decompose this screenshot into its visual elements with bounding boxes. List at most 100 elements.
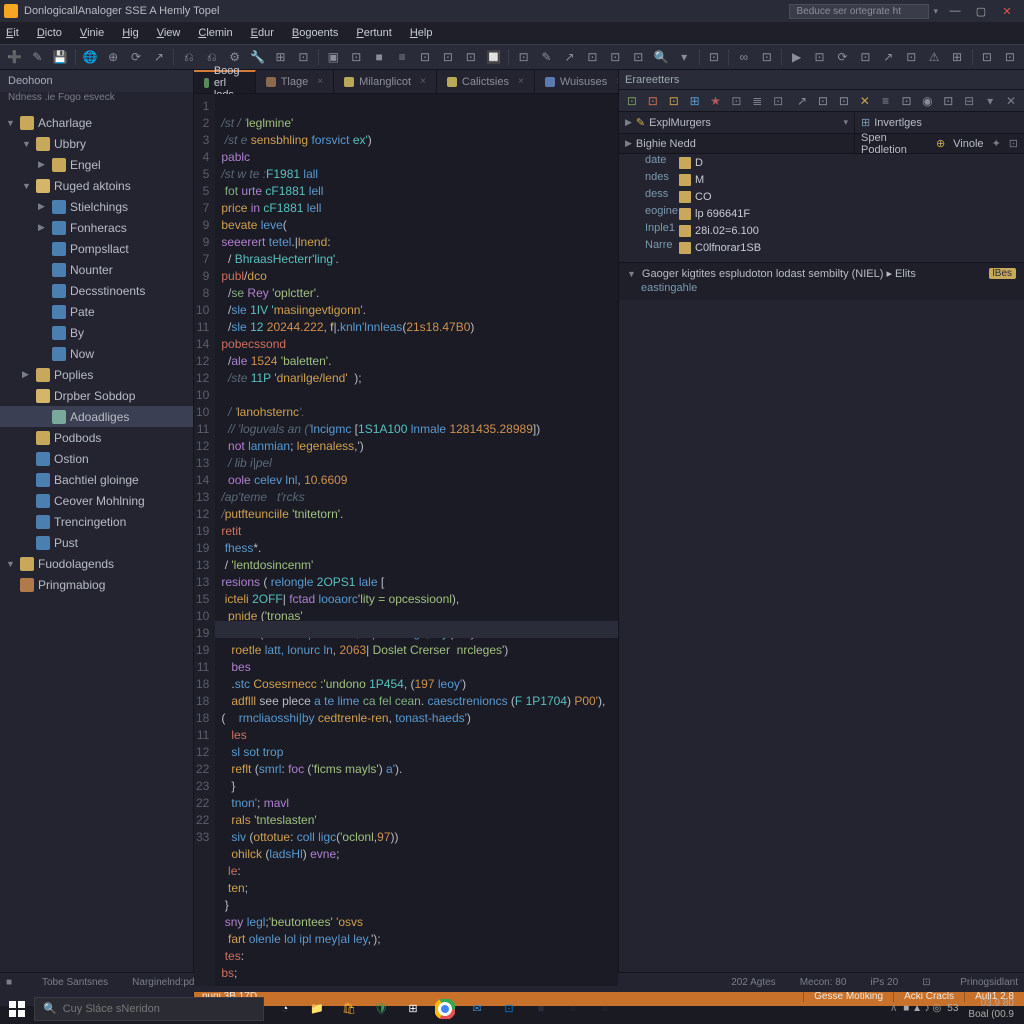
inspector-row[interactable]: dessCO [619, 188, 1024, 205]
menu-dicto[interactable]: Dicto [37, 27, 62, 39]
tree-item[interactable]: Now [0, 343, 193, 364]
menu-hig[interactable]: Hig [122, 27, 139, 39]
inspector-toolbar-icon[interactable]: ⊡ [835, 92, 853, 110]
toolbar-icon[interactable]: ✎ [27, 47, 48, 67]
code-content[interactable]: /st / 'leglmine' /st e sensbhling forsvi… [215, 94, 618, 986]
toolbar-icon[interactable]: ⊡ [756, 47, 777, 67]
tree-item[interactable]: Pompsllact [0, 238, 193, 259]
toolbar-icon[interactable]: ⊡ [582, 47, 603, 67]
toolbar-icon[interactable]: ▶ [786, 47, 807, 67]
toolbar-icon[interactable]: ∞ [733, 47, 754, 67]
menu-clemin[interactable]: Clemin [198, 27, 232, 39]
inspector-row[interactable]: eoginelp 696641F [619, 205, 1024, 222]
inspector-toolbar-icon[interactable]: ✕ [856, 92, 874, 110]
toolbar-icon[interactable]: ⊡ [605, 47, 626, 67]
menu-bogoents[interactable]: Bogoents [292, 27, 339, 39]
editor-tab[interactable]: Boog erl lods [194, 70, 256, 93]
tree-item[interactable]: Pringmabiog [0, 574, 193, 595]
inspector-row[interactable]: Inple128i.02=6.100 [619, 222, 1024, 239]
inspector-toolbar-icon[interactable]: ⊡ [665, 92, 683, 110]
inspector-toolbar-icon[interactable]: ✕ [1002, 92, 1020, 110]
inspector-toolbar-icon[interactable]: ⊡ [939, 92, 957, 110]
tree-item[interactable]: ▼Ruged aktoins [0, 175, 193, 196]
inspector-toolbar-icon[interactable]: ⊡ [623, 92, 641, 110]
taskbar-app-icon[interactable]: ■ [560, 996, 586, 1022]
tree-item[interactable]: ▼Acharlage [0, 112, 193, 133]
taskbar-app-icon[interactable]: 📁 [304, 996, 330, 1022]
toolbar-icon[interactable]: ⊡ [628, 47, 649, 67]
tree-item[interactable]: Trencingetion [0, 511, 193, 532]
inspector-row[interactable]: ndesM [619, 171, 1024, 188]
toolbar-icon[interactable]: ⊡ [999, 47, 1020, 67]
inspector-toolbar-icon[interactable]: ⊡ [814, 92, 832, 110]
toolbar-icon[interactable]: ⊕ [103, 47, 124, 67]
toolbar-icon[interactable]: ⊡ [415, 47, 436, 67]
close-button[interactable]: ✕ [994, 0, 1020, 22]
taskbar-app-icon[interactable]: ⊡ [496, 996, 522, 1022]
menu-view[interactable]: View [157, 27, 181, 39]
tree-item[interactable]: Pate [0, 301, 193, 322]
menu-pertunt[interactable]: Pertunt [356, 27, 391, 39]
editor-tab[interactable]: Milanglicot× [334, 70, 437, 93]
editor-tab[interactable]: Calictsies× [437, 70, 535, 93]
toolbar-icon[interactable]: ⊡ [809, 47, 830, 67]
toolbar-icon[interactable]: ⊡ [513, 47, 534, 67]
tree-item[interactable]: Adoadliges [0, 406, 193, 427]
tree-item[interactable]: Ceover Mohlning [0, 490, 193, 511]
inspector-toolbar-icon[interactable]: ⊡ [644, 92, 662, 110]
inspector-col2-head[interactable]: ⊞ Invertlges [855, 112, 1024, 133]
inspector-row[interactable]: NarreC0lfnorar1SB [619, 239, 1024, 256]
tree-item[interactable]: ▶Engel [0, 154, 193, 175]
menu-vinie[interactable]: Vinie [80, 27, 104, 39]
toolbar-icon[interactable]: ↗ [878, 47, 899, 67]
maximize-button[interactable]: ▢ [968, 0, 994, 22]
tree-item[interactable]: Pust [0, 532, 193, 553]
toolbar-icon[interactable]: ⊞ [270, 47, 291, 67]
toolbar-icon[interactable]: ▾ [674, 47, 695, 67]
inspector-toolbar-icon[interactable]: ≡ [877, 92, 895, 110]
inspector-toolbar-icon[interactable]: ↗ [793, 92, 811, 110]
toolbar-icon[interactable]: ■ [369, 47, 390, 67]
tree-item[interactable]: Ostion [0, 448, 193, 469]
tree-item[interactable]: Decsstinoents [0, 280, 193, 301]
toolbar-icon[interactable]: ✎ [536, 47, 557, 67]
toolbar-icon[interactable]: ⊡ [704, 47, 725, 67]
toolbar-icon[interactable]: ↗ [559, 47, 580, 67]
toolbar-icon[interactable]: ⊡ [901, 47, 922, 67]
menu-edur[interactable]: Edur [251, 27, 274, 39]
inspector-toolbar-icon[interactable]: ◉ [918, 92, 936, 110]
taskbar-app-icon[interactable]: ⊞ [400, 996, 426, 1022]
taskbar-app-icon[interactable]: ✉ [464, 996, 490, 1022]
taskbar-app-icon[interactable] [432, 996, 458, 1022]
inspector-toolbar-icon[interactable]: ★ [707, 92, 725, 110]
title-search-chevron-icon[interactable]: ▾ [933, 6, 938, 17]
toolbar-icon[interactable]: 💾 [50, 47, 71, 67]
toolbar-icon[interactable]: ▣ [323, 47, 344, 67]
tray-clock[interactable]: 03.9 80 Boal (00.9 [964, 998, 1018, 1020]
taskbar-app-icon[interactable]: ◔ [272, 996, 298, 1022]
toolbar-icon[interactable]: ⊡ [855, 47, 876, 67]
taskbar-app-icon[interactable]: ■ [592, 996, 618, 1022]
toolbar-icon[interactable]: ⊡ [460, 47, 481, 67]
toolbar-icon[interactable]: 🌐 [80, 47, 101, 67]
code-editor[interactable]: 1234557997981011141212101011121314131219… [194, 94, 618, 986]
toolbar-icon[interactable]: ↗ [148, 47, 169, 67]
taskbar-app-icon[interactable]: 🛡 [368, 996, 394, 1022]
inspector-row[interactable]: dateD [619, 154, 1024, 171]
taskbar-app-icon[interactable]: 🛍 [336, 996, 362, 1022]
toolbar-icon[interactable]: ⎌ [178, 47, 199, 67]
toolbar-icon[interactable]: ➕ [4, 47, 25, 67]
toolbar-icon[interactable]: ⊡ [346, 47, 367, 67]
taskbar-search[interactable]: 🔍Cuy Sláce sNeridon [34, 997, 264, 1021]
tree-item[interactable]: ▼Ubbry [0, 133, 193, 154]
toolbar-icon[interactable]: ⊞ [947, 47, 968, 67]
toolbar-icon[interactable]: 🔧 [247, 47, 268, 67]
tree-item[interactable]: Podbods [0, 427, 193, 448]
system-tray[interactable]: ∧ ■ ▲ ♪ ◎ 53 03.9 80 Boal (00.9 [884, 998, 1024, 1020]
tree-item[interactable]: Drpber Sobdop [0, 385, 193, 406]
tree-item[interactable]: Nounter [0, 259, 193, 280]
bottom-tab-2[interactable]: Narginelnd:pdrit [132, 977, 203, 988]
toolbar-icon[interactable]: ⊡ [437, 47, 458, 67]
toolbar-icon[interactable]: ≡ [392, 47, 413, 67]
tree-item[interactable]: ▼Fuodolagends [0, 553, 193, 574]
